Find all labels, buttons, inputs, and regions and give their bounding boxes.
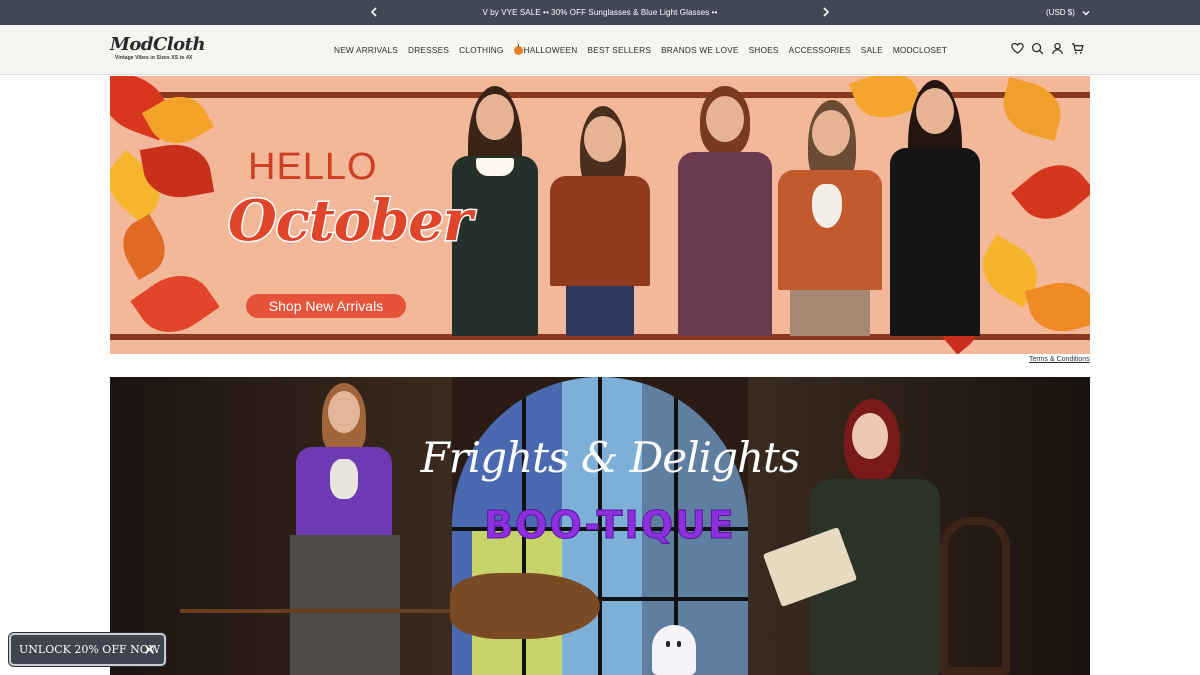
account-icon[interactable] xyxy=(1051,42,1064,55)
nav-sale[interactable]: SALE xyxy=(861,45,883,55)
announcement-bar: V by VYE SALE •• 30% OFF Sunglasses & Bl… xyxy=(0,0,1200,25)
nav-accessories[interactable]: ACCESSORIES xyxy=(789,45,851,55)
broom-icon xyxy=(450,573,600,639)
logo[interactable]: ModCloth Vintage Vibes in Sizes XS to 4X xyxy=(110,36,210,66)
model-figure xyxy=(770,100,890,336)
nav-halloween-label: HALLOWEEN xyxy=(523,45,578,55)
chevron-down-icon xyxy=(1082,10,1090,15)
hero-banner-frights-delights[interactable]: Frights & Delights BOO-TIQUE xyxy=(110,377,1090,675)
broom-icon xyxy=(180,609,490,613)
currency-label: (USD $) xyxy=(1046,8,1075,17)
chair xyxy=(940,517,1010,675)
nav-new-arrivals[interactable]: NEW ARRIVALS xyxy=(334,45,398,55)
nav-halloween[interactable]: HALLOWEEN xyxy=(513,43,578,55)
promo-label: UNLOCK 20% OFF NOW xyxy=(19,643,161,656)
ghost-icon xyxy=(652,625,696,675)
unlock-discount-button[interactable]: UNLOCK 20% OFF NOW xyxy=(9,633,166,666)
nav-dresses[interactable]: DRESSES xyxy=(408,45,449,55)
logo-wordmark: ModCloth xyxy=(110,34,206,55)
nav-brands-we-love[interactable]: BRANDS WE LOVE xyxy=(661,45,739,55)
hero-hello-text: HELLO xyxy=(248,146,378,188)
logo-tagline: Vintage Vibes in Sizes XS to 4X xyxy=(115,55,193,61)
shop-new-arrivals-button[interactable]: Shop New Arrivals xyxy=(246,294,406,318)
heart-icon[interactable] xyxy=(1011,42,1024,55)
model-figure xyxy=(540,106,660,336)
nav-best-sellers[interactable]: BEST SELLERS xyxy=(587,45,651,55)
banner-title: Frights & Delights xyxy=(420,433,801,482)
site-header: ModCloth Vintage Vibes in Sizes XS to 4X… xyxy=(0,25,1200,75)
nav-modcloset[interactable]: MODCLOSET xyxy=(893,45,947,55)
model-figure xyxy=(290,377,400,675)
autumn-leaf xyxy=(1011,150,1090,234)
banner-background xyxy=(110,377,452,675)
chevron-right-icon[interactable] xyxy=(820,6,832,18)
hero-october-text: October xyxy=(226,187,473,256)
model-figure xyxy=(670,86,780,336)
currency-selector[interactable]: (USD $) xyxy=(1046,0,1091,25)
autumn-leaf xyxy=(996,77,1068,141)
autumn-leaf xyxy=(112,213,176,281)
nav-clothing[interactable]: CLOTHING xyxy=(459,45,503,55)
cart-icon[interactable] xyxy=(1071,42,1084,55)
terms-link[interactable]: Terms & Conditions xyxy=(1029,356,1090,363)
banner-subtitle: BOO-TIQUE xyxy=(484,503,736,548)
model-figure xyxy=(880,80,990,336)
header-icons xyxy=(1011,42,1084,55)
announcement-message[interactable]: V by VYE SALE •• 30% OFF Sunglasses & Bl… xyxy=(0,0,1200,25)
hero-banner-hello-october[interactable]: HELLO October Shop New Arrivals xyxy=(110,76,1090,354)
search-icon[interactable] xyxy=(1031,42,1044,55)
pumpkin-icon xyxy=(513,43,523,55)
nav-shoes[interactable]: SHOES xyxy=(749,45,779,55)
close-icon[interactable] xyxy=(144,644,155,655)
main-nav: NEW ARRIVALS DRESSES CLOTHING HALLOWEEN … xyxy=(334,25,947,75)
